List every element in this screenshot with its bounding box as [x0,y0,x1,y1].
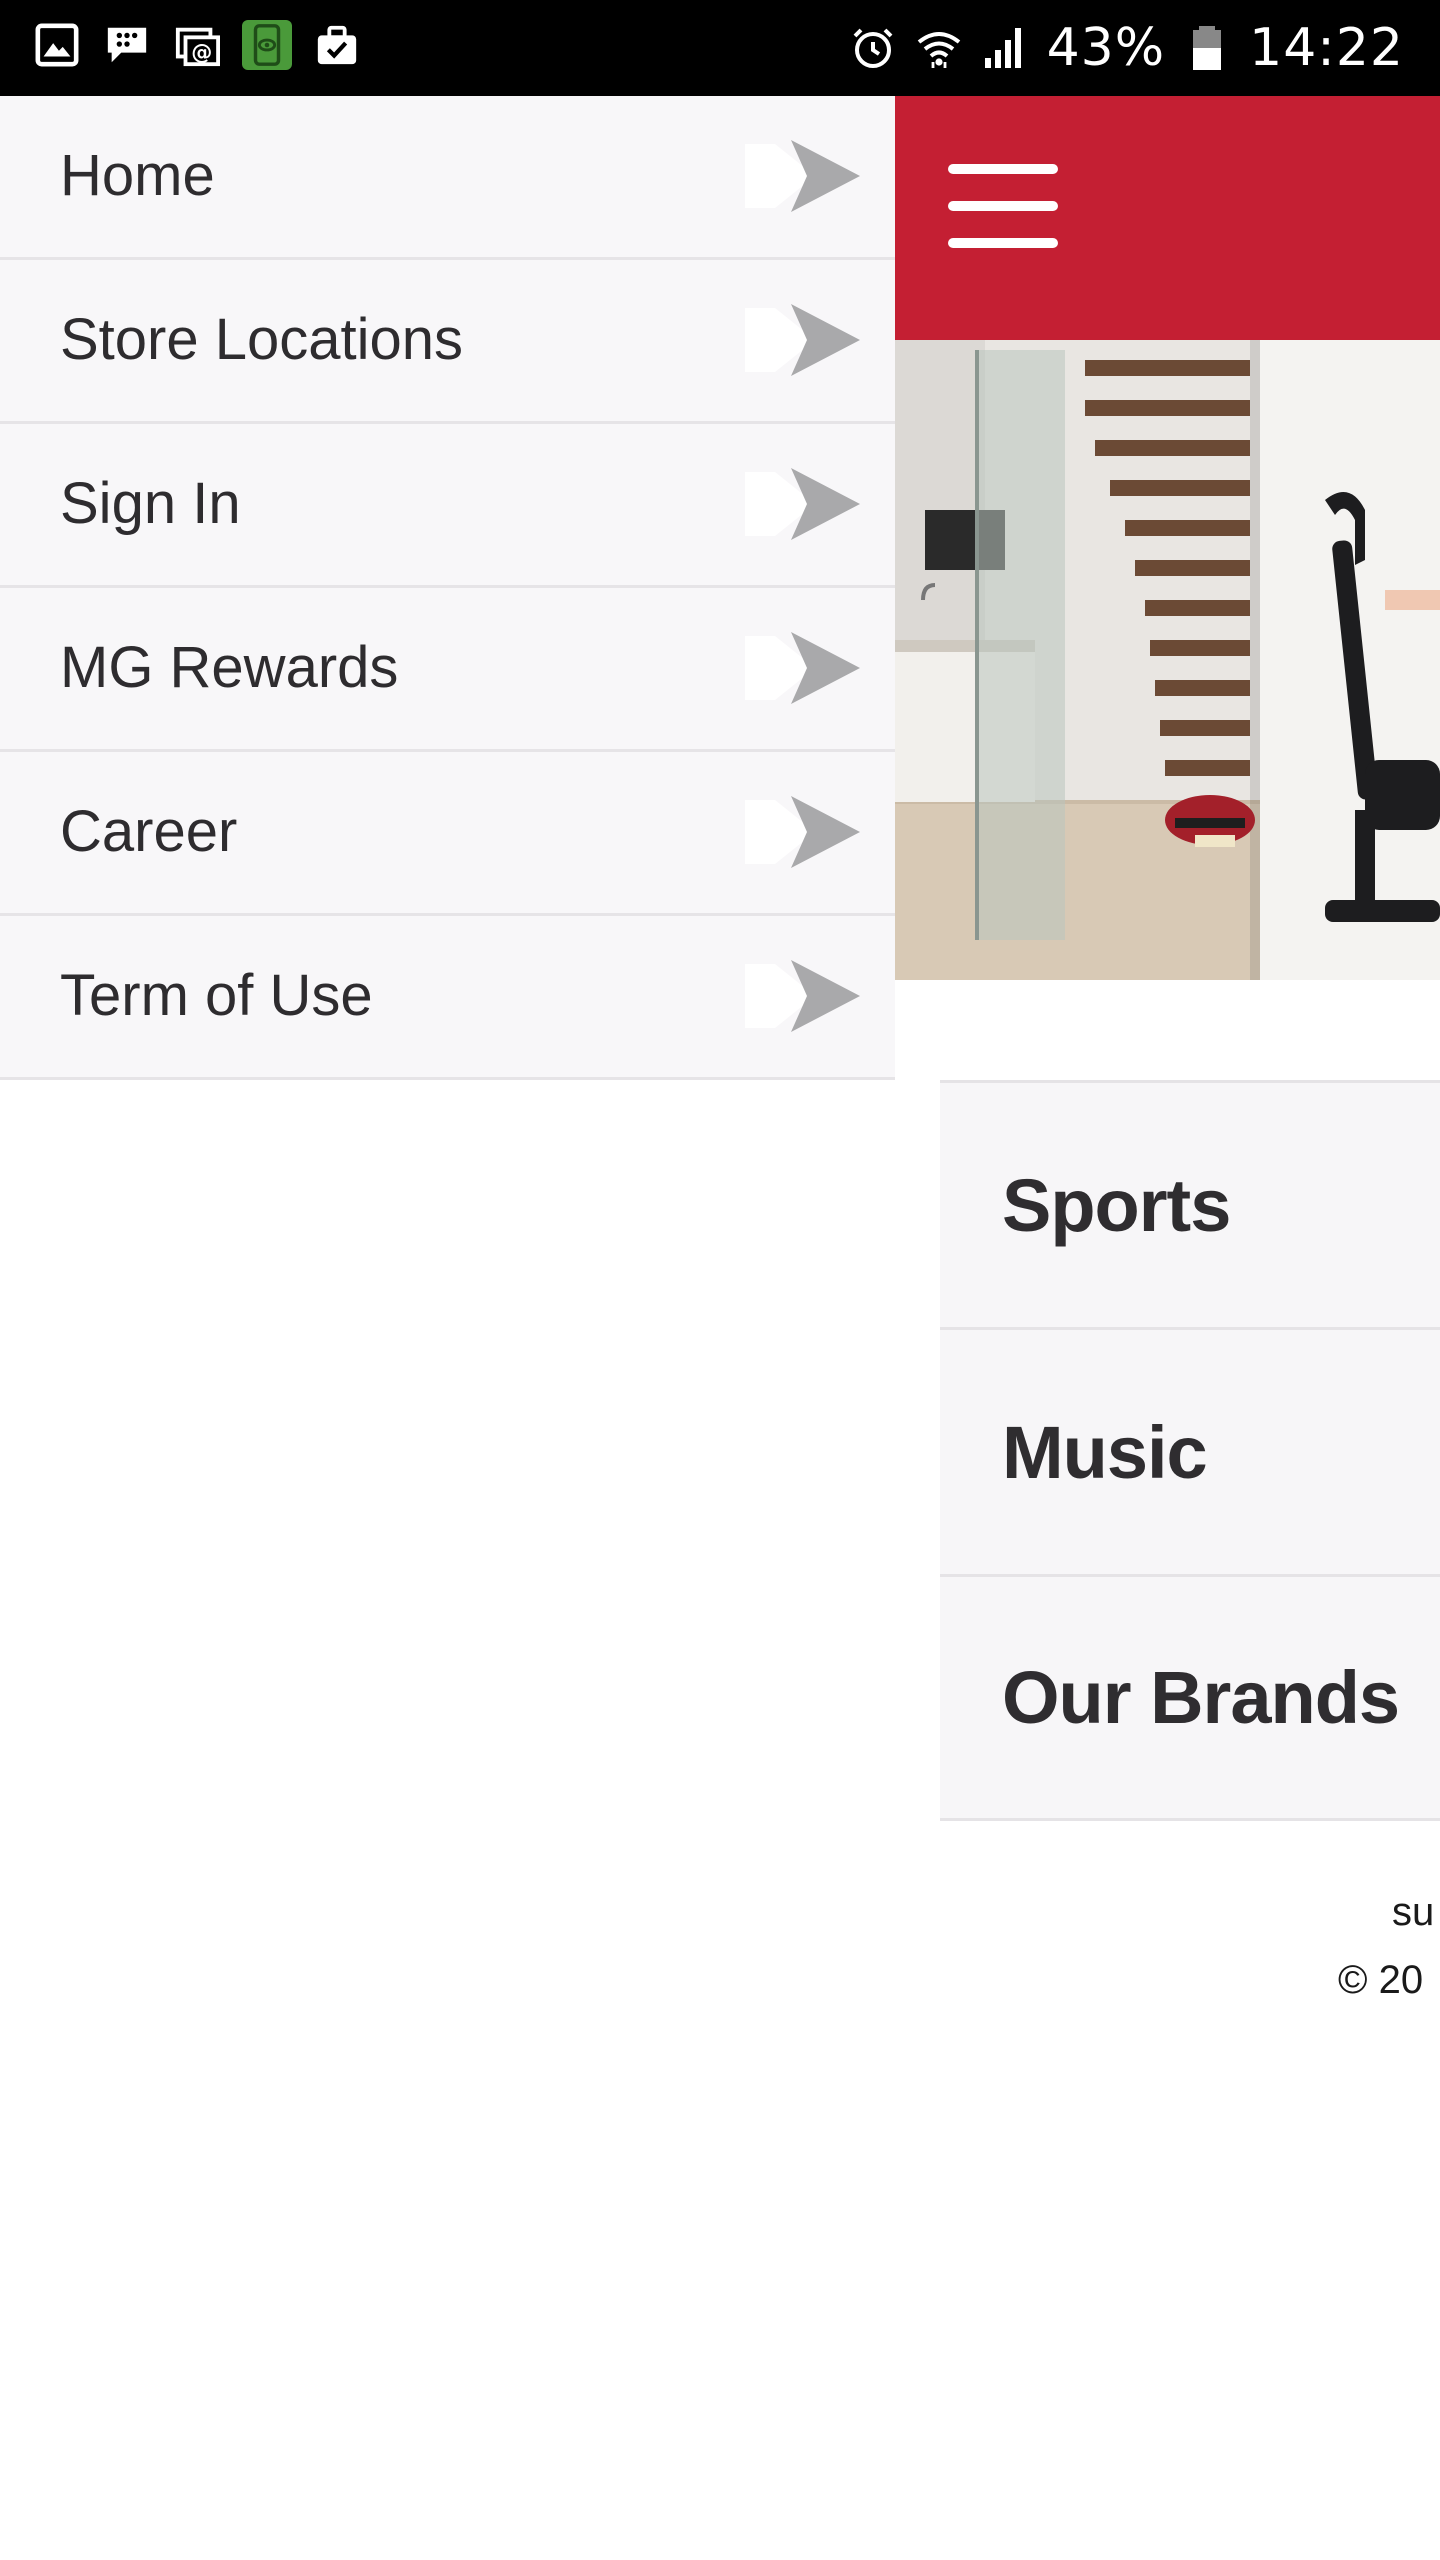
hamburger-menu-icon[interactable] [948,164,1058,248]
clock: 14:22 [1249,18,1404,78]
category-list: Sports Music Our Brands [940,1080,1440,1821]
chevron-right-icon [745,140,860,212]
drawer-item-label: Home [60,143,215,208]
status-bar: @ 43% 14:22 [0,0,1440,96]
category-label: Our Brands [1002,1656,1400,1739]
battery-percent: 43% [1046,18,1166,78]
signal-icon [984,28,1021,68]
drawer-item-sign-in[interactable]: Sign In [0,424,895,588]
navigation-drawer: Home Store Locations Sign In MG Rewards … [0,96,895,1080]
footer: su © 20 [1338,1878,1440,2014]
drawer-item-label: Term of Use [60,963,373,1028]
chevron-right-icon [745,304,860,376]
wifi-icon [917,32,960,68]
gallery-icon [32,20,82,70]
notification-icons: @ [32,20,362,70]
briefcase-icon [312,20,362,70]
system-icons: 43% 14:22 [849,14,1404,82]
email-icon: @ [172,20,222,70]
fitness-hero-photo [895,340,1440,980]
drawer-item-label: Store Locations [60,307,464,372]
footer-line-1: su [1392,1890,1435,1934]
chevron-right-icon [745,960,860,1032]
category-music[interactable]: Music [940,1327,1440,1574]
drawer-item-term-of-use[interactable]: Term of Use [0,916,895,1080]
chevron-right-icon [745,796,860,868]
drawer-item-home[interactable]: Home [0,96,895,260]
bbm-icon [102,20,152,70]
hero-banner-image[interactable] [895,340,1440,980]
alarm-icon [853,28,892,68]
svg-text:@: @ [191,39,212,64]
eye-app-icon [242,20,292,70]
drawer-item-label: MG Rewards [60,635,399,700]
drawer-item-label: Sign In [60,471,241,536]
battery-icon [1193,26,1222,70]
chevron-right-icon [745,468,860,540]
footer-copyright: © 20 [1338,1958,1424,2002]
app-header [895,96,1440,340]
category-label: Sports [1002,1163,1231,1247]
drawer-item-label: Career [60,799,238,864]
drawer-item-mg-rewards[interactable]: MG Rewards [0,588,895,752]
chevron-right-icon [745,632,860,704]
drawer-item-store-locations[interactable]: Store Locations [0,260,895,424]
category-label: Music [1002,1410,1208,1494]
category-sports[interactable]: Sports [940,1080,1440,1327]
category-our-brands[interactable]: Our Brands [940,1574,1440,1821]
drawer-item-career[interactable]: Career [0,752,895,916]
